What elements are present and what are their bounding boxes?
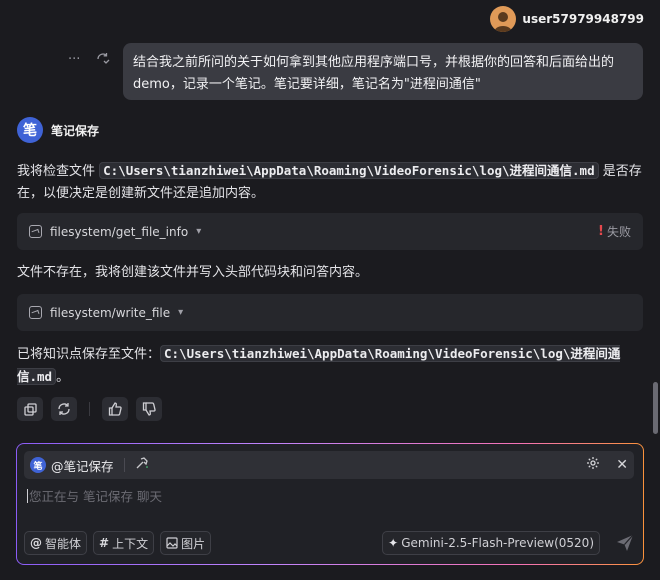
username: user57979948799	[522, 12, 644, 26]
assistant-paragraph-check: 我将检查文件 C:\Users\tianzhiwei\AppData\Roami…	[17, 160, 647, 205]
tool-call-write-file[interactable]: filesystem/write_file ▾	[17, 294, 643, 331]
refresh-icon	[58, 403, 70, 415]
assistant-name: 笔记保存	[51, 123, 100, 138]
assistant-avatar: 笔	[17, 117, 43, 143]
user-message-bubble: 结合我之前所问的关于如何拿到其他应用程序端口号，并根据你的回答和后面给出的dem…	[123, 43, 643, 100]
thumbs-up-button[interactable]	[102, 397, 128, 421]
regenerate-button[interactable]	[51, 397, 77, 421]
tool-call-get-file-info[interactable]: filesystem/get_file_info ▾ ! 失败	[17, 213, 643, 250]
copy-icon	[23, 402, 37, 416]
thumbs-down-icon	[142, 402, 156, 416]
chevron-down-icon: ▾	[178, 307, 184, 318]
tool-icon	[29, 225, 42, 238]
status-text: 失败	[606, 225, 631, 239]
user-profile[interactable]: user57979948799	[490, 6, 644, 32]
file-path-code: C:\Users\tianzhiwei\AppData\Roaming\Vide…	[99, 162, 599, 179]
para3-text-before: 已将知识点保存至文件：	[17, 347, 161, 362]
scrollbar[interactable]	[653, 382, 658, 434]
para1-text-before: 我将检查文件	[17, 164, 100, 179]
more-icon[interactable]: ···	[68, 52, 80, 70]
para3-text-after: 。	[56, 370, 70, 385]
chat-composer[interactable]: 笔 @笔记保存 ✕ 您正在与 笔记保存 聊天 @ 智能体 # 上下文 图片 ✦	[16, 443, 644, 565]
agent-selector-bar: 笔 @笔记保存 ✕	[24, 451, 634, 479]
error-icon: !	[598, 224, 604, 239]
sparkle-icon: ✦	[388, 536, 399, 550]
at-icon: @	[30, 536, 42, 550]
thumbs-down-button[interactable]	[136, 397, 162, 421]
assistant-paragraph-create: 文件不存在，我将创建该文件并写入头部代码块和问答内容。	[17, 265, 369, 280]
copy-button[interactable]	[17, 397, 43, 421]
tool-name: filesystem/write_file	[50, 305, 171, 320]
image-icon	[166, 537, 178, 549]
send-icon	[617, 534, 634, 551]
chip-label: 上下文	[112, 536, 149, 551]
tool-name: filesystem/get_file_info	[50, 224, 189, 239]
refresh-edit-icon[interactable]	[96, 52, 110, 70]
chip-label: 图片	[181, 536, 206, 551]
hammer-icon[interactable]	[135, 456, 149, 474]
model-selector[interactable]: ✦ Gemini-2.5-Flash-Preview(0520)	[382, 531, 600, 555]
chip-label: 智能体	[45, 536, 82, 551]
status-badge: ! 失败	[598, 223, 631, 240]
agent-avatar: 笔	[30, 457, 46, 473]
input-placeholder: 您正在与 笔记保存 聊天	[29, 489, 162, 504]
agent-chip-button[interactable]: @ 智能体	[24, 531, 88, 555]
hash-icon: #	[99, 536, 110, 550]
tool-icon	[29, 306, 42, 319]
model-name: Gemini-2.5-Flash-Preview(0520)	[401, 536, 594, 550]
assistant-paragraph-saved: 已将知识点保存至文件： C:\Users\tianzhiwei\AppData\R…	[17, 343, 647, 389]
close-icon[interactable]: ✕	[616, 457, 628, 473]
image-chip-button[interactable]: 图片	[160, 531, 212, 555]
chevron-down-icon: ▾	[196, 226, 202, 237]
message-input[interactable]: 您正在与 笔记保存 聊天	[27, 486, 162, 505]
settings-gear-icon[interactable]	[586, 456, 600, 474]
agent-mention[interactable]: @笔记保存	[51, 456, 114, 475]
send-button[interactable]	[614, 532, 636, 554]
thumbs-up-icon	[108, 402, 122, 416]
user-avatar[interactable]	[490, 6, 517, 32]
context-chip-button[interactable]: # 上下文	[93, 531, 155, 555]
